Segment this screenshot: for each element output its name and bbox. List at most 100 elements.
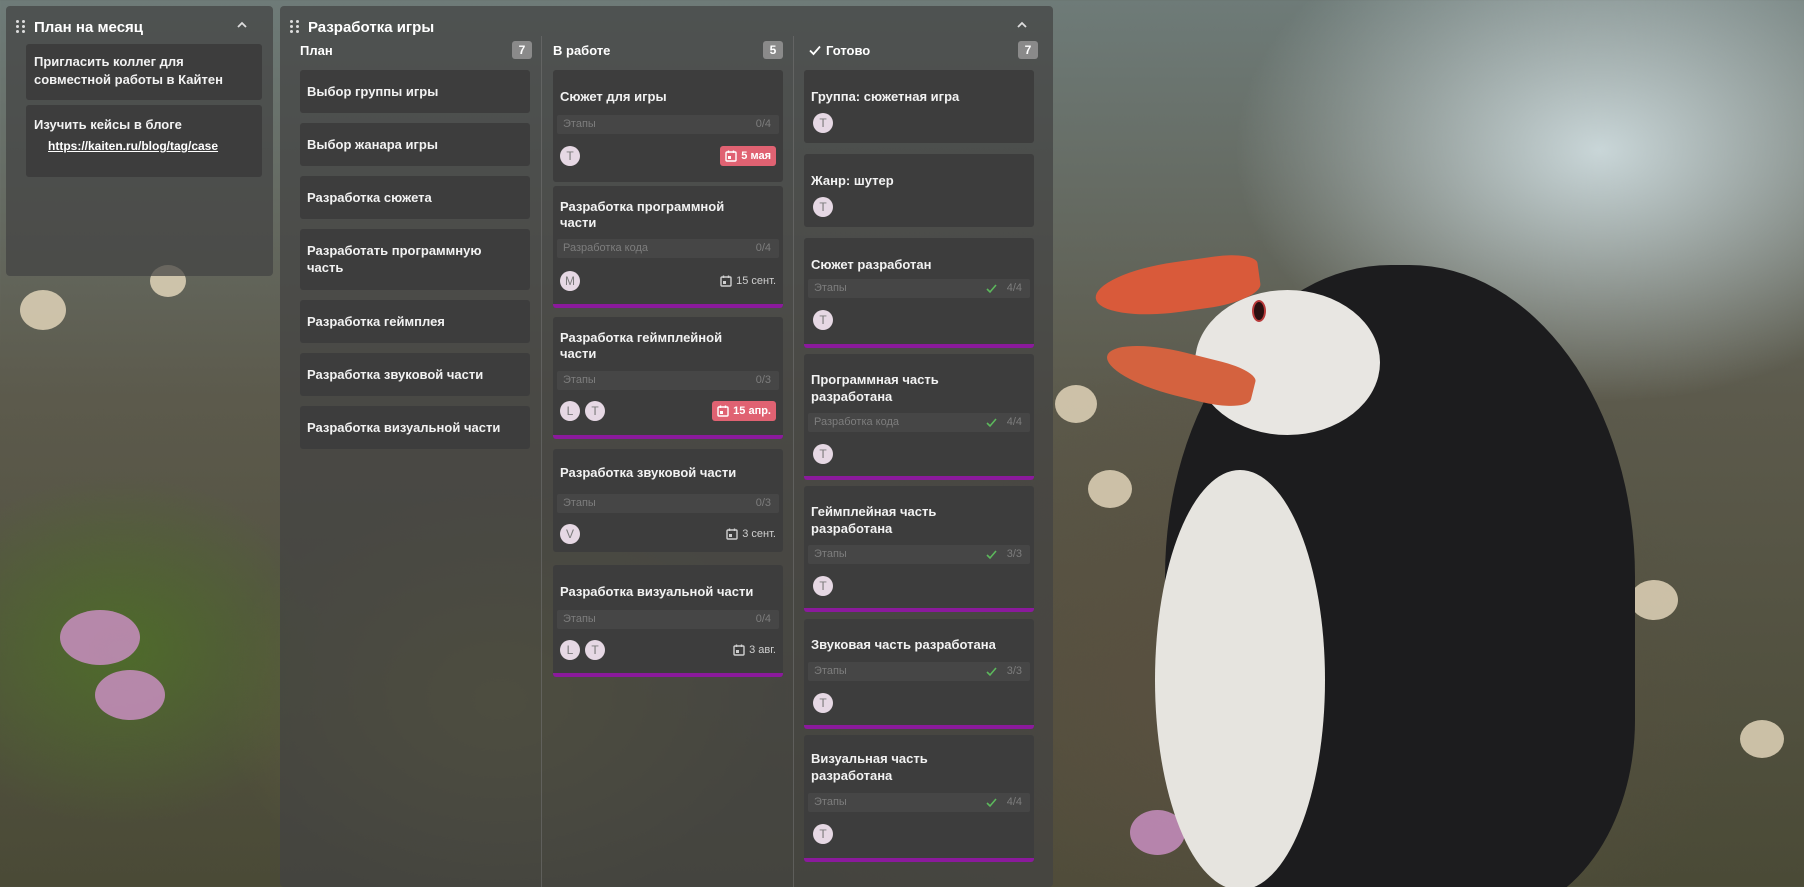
task-card[interactable]: Программная часть разработана Разработка… — [804, 354, 1034, 480]
due-date-badge[interactable]: 15 сент. — [720, 271, 776, 291]
avatar[interactable]: T — [585, 401, 605, 421]
card-title: Выбор группы игры — [307, 84, 439, 99]
card-color-bar — [804, 858, 1034, 862]
check-icon — [809, 45, 821, 56]
due-date-badge[interactable]: 3 сент. — [726, 524, 776, 544]
stage-progress: 3/3 — [1006, 548, 1022, 560]
stage-row[interactable]: Этапы 0/4 — [557, 610, 779, 629]
note-text-line: Изучить кейсы в блоге — [34, 117, 182, 132]
avatar[interactable]: T — [813, 444, 833, 464]
task-card[interactable]: Разработка звуковой части Этапы 0/3 V 3 … — [553, 449, 783, 552]
background-flower — [1630, 580, 1678, 620]
card-title: Сюжет для игры — [560, 89, 667, 104]
calendar-icon — [725, 150, 737, 162]
board-title: План на месяц — [34, 18, 144, 36]
task-card[interactable]: Сюжет для игры Этапы 0/4 T 5 мая — [553, 70, 783, 182]
chevron-up-icon[interactable] — [1013, 18, 1031, 36]
task-card[interactable]: Выбор жанара игры — [300, 123, 530, 166]
stage-label: Этапы — [563, 374, 596, 386]
stage-label: Разработка кода — [814, 416, 900, 428]
stage-row[interactable]: Этапы 3/3 — [808, 662, 1030, 681]
card-title: части — [560, 215, 597, 230]
due-date-badge[interactable]: 3 авг. — [733, 640, 776, 660]
note-card[interactable]: Изучить кейсы в блоге https://kaiten.ru/… — [26, 105, 262, 177]
card-title: Группа: сюжетная игра — [811, 89, 960, 104]
board-game-dev: Разработка игры План 7 Выбор группы игры… — [280, 6, 1053, 887]
due-date-badge[interactable]: 15 апр. — [712, 401, 776, 421]
calendar-icon — [720, 275, 732, 287]
drag-handle-icon[interactable] — [290, 20, 302, 34]
avatar[interactable]: T — [813, 310, 833, 330]
avatar[interactable]: T — [813, 197, 833, 217]
avatar[interactable]: T — [813, 693, 833, 713]
stage-label: Этапы — [814, 665, 847, 677]
check-icon — [986, 798, 997, 808]
column-count-badge: 5 — [763, 41, 783, 59]
stage-row[interactable]: Этапы 0/3 — [557, 494, 779, 513]
avatar[interactable]: T — [813, 824, 833, 844]
avatar[interactable]: L — [560, 640, 580, 660]
drag-handle-icon[interactable] — [16, 20, 28, 34]
card-title: Сюжет разработан — [811, 257, 932, 272]
stage-progress: 0/3 — [755, 497, 771, 509]
stage-row[interactable]: Этапы 4/4 — [808, 279, 1030, 298]
task-card[interactable]: Разработка геймплея — [300, 300, 530, 343]
card-color-bar — [804, 725, 1034, 729]
task-card[interactable]: Разработка программной части Разработка … — [553, 186, 783, 308]
avatar[interactable]: T — [813, 576, 833, 596]
board-month-plan: План на месяц Пригласить коллег для совм… — [6, 6, 273, 276]
due-date-text: 3 авг. — [749, 644, 776, 656]
card-title: Разработка геймплея — [307, 314, 445, 329]
stage-row[interactable]: Разработка кода 4/4 — [808, 413, 1030, 432]
background-flower — [1055, 385, 1097, 423]
note-card[interactable]: Пригласить коллег для совместной работы … — [26, 44, 262, 100]
stage-progress: 0/4 — [755, 613, 771, 625]
due-date-badge[interactable]: 5 мая — [720, 146, 776, 166]
avatar[interactable]: M — [560, 271, 580, 291]
task-card[interactable]: Сюжет разработан Этапы 4/4 T — [804, 238, 1034, 348]
task-card[interactable]: Звуковая часть разработана Этапы 3/3 T — [804, 619, 1034, 729]
task-card[interactable]: Геймплейная часть разработана Этапы 3/3 … — [804, 486, 1034, 612]
stage-progress: 4/4 — [1006, 796, 1022, 808]
task-card[interactable]: Разработка визуальной части Этапы 0/4 L … — [553, 565, 783, 677]
avatar[interactable]: T — [813, 113, 833, 133]
chevron-up-icon[interactable] — [233, 18, 251, 36]
task-card[interactable]: Разработка звуковой части — [300, 353, 530, 396]
avatar[interactable]: T — [560, 146, 580, 166]
task-card[interactable]: Визуальная часть разработана Этапы 4/4 T — [804, 735, 1034, 862]
card-title: Визуальная часть — [811, 751, 928, 766]
check-icon — [986, 667, 997, 677]
task-card[interactable]: Разработка сюжета — [300, 176, 530, 219]
card-color-bar — [553, 304, 783, 308]
avatar[interactable]: T — [585, 640, 605, 660]
note-link[interactable]: https://kaiten.ru/blog/tag/case — [48, 139, 218, 153]
stage-row[interactable]: Этапы 4/4 — [808, 793, 1030, 812]
stage-label: Этапы — [814, 796, 847, 808]
card-title: Разработка звуковой части — [560, 465, 737, 480]
avatar[interactable]: L — [560, 401, 580, 421]
card-title: разработана — [811, 768, 893, 783]
task-card[interactable]: Жанр: шутер T — [804, 154, 1034, 227]
stage-row[interactable]: Разработка кода 0/4 — [557, 239, 779, 258]
avatar[interactable]: V — [560, 524, 580, 544]
card-color-bar — [804, 476, 1034, 480]
stage-label: Этапы — [563, 613, 596, 625]
card-color-bar — [553, 673, 783, 677]
task-card[interactable]: Группа: сюжетная игра T — [804, 70, 1034, 143]
task-card[interactable]: Разработка визуальной части — [300, 406, 530, 449]
card-title: Разработка визуальной части — [560, 584, 754, 599]
column-title: Готово — [826, 42, 871, 58]
check-icon — [986, 418, 997, 428]
card-title: разработана — [811, 521, 893, 536]
stage-label: Разработка кода — [563, 242, 649, 254]
task-card[interactable]: Разработать программную часть — [300, 229, 530, 290]
stage-row[interactable]: Этапы 3/3 — [808, 545, 1030, 564]
column-header: План 7 — [300, 39, 532, 61]
card-title: Звуковая часть разработана — [811, 637, 996, 652]
stage-row[interactable]: Этапы 0/4 — [557, 115, 779, 134]
task-card[interactable]: Разработка геймплейной части Этапы 0/3 L… — [553, 317, 783, 439]
stage-row[interactable]: Этапы 0/3 — [557, 371, 779, 390]
card-title: Программная часть — [811, 372, 939, 387]
check-icon — [986, 284, 997, 294]
task-card[interactable]: Выбор группы игры — [300, 70, 530, 113]
